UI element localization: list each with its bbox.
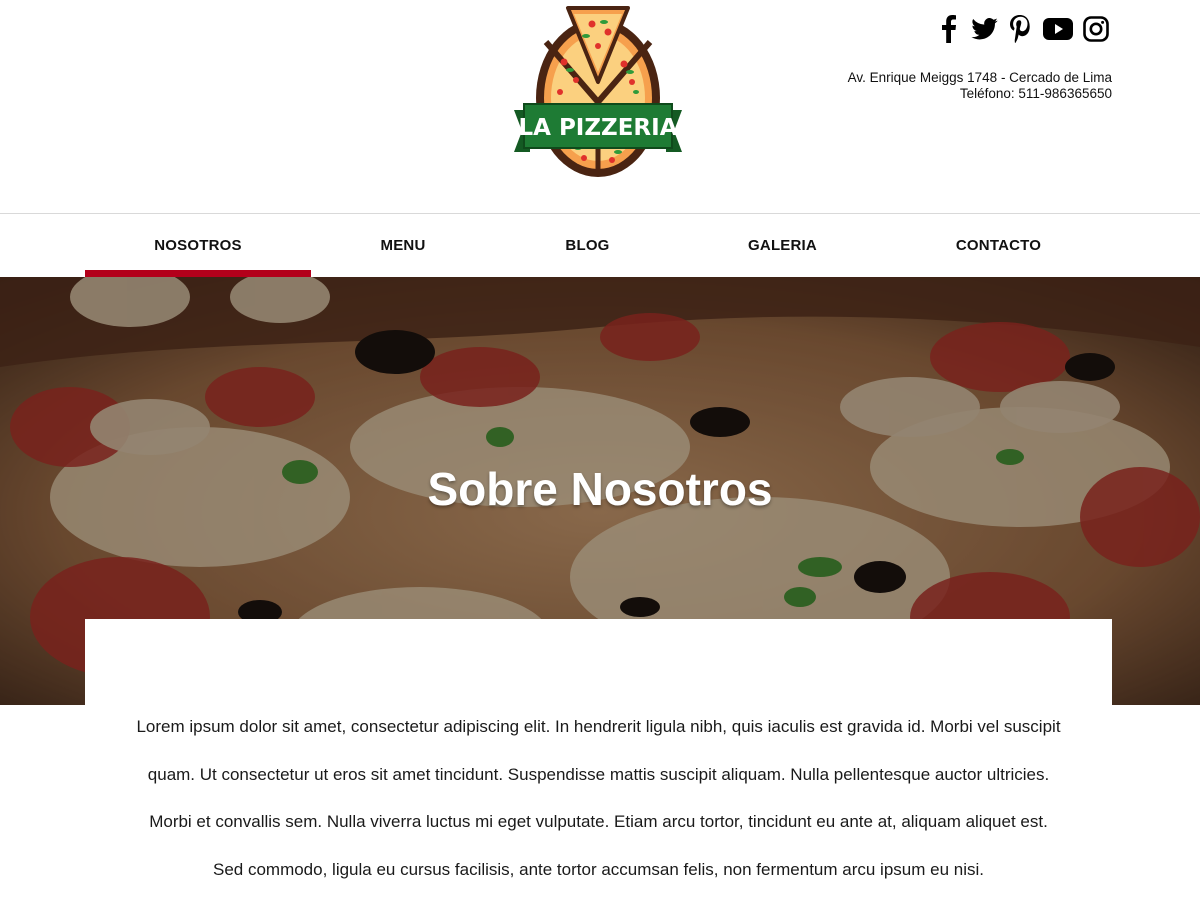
phone-text: Teléfono: 511-986365650 bbox=[959, 85, 1112, 101]
nav-item-label: GALERIA bbox=[748, 237, 817, 254]
nav-item-contacto[interactable]: CONTACTO bbox=[885, 214, 1112, 277]
nav-item-nosotros[interactable]: NOSOTROS bbox=[85, 214, 311, 277]
nav-item-label: BLOG bbox=[565, 237, 610, 254]
site-logo[interactable]: LA PIZZERIA bbox=[512, 2, 684, 178]
address-text: Av. Enrique Meiggs 1748 - Cercado de Lim… bbox=[847, 70, 1112, 85]
facebook-icon[interactable] bbox=[934, 14, 962, 44]
social-links bbox=[934, 14, 1110, 44]
about-content-card: Lorem ipsum dolor sit amet, consectetur … bbox=[85, 619, 1112, 900]
contact-info: Av. Enrique Meiggs 1748 - Cercado de Lim… bbox=[848, 70, 1112, 101]
instagram-icon[interactable] bbox=[1082, 14, 1110, 44]
nav-item-label: NOSOTROS bbox=[154, 237, 242, 254]
logo-text: LA PIZZERIA bbox=[518, 115, 677, 141]
nav-item-label: CONTACTO bbox=[955, 237, 1042, 254]
nav-item-blog[interactable]: BLOG bbox=[495, 214, 680, 277]
site-header: LA PIZZERIA Av. Enrique Meiggs 1748 - Ce… bbox=[0, 0, 1200, 213]
nav-item-galeria[interactable]: GALERIA bbox=[680, 214, 885, 277]
hero-title: Sobre Nosotros bbox=[427, 463, 773, 515]
nav-item-menu[interactable]: MENU bbox=[311, 214, 495, 277]
twitter-icon[interactable] bbox=[970, 14, 998, 44]
main-nav: NOSOTROS MENU BLOG GALERIA CONTACTO bbox=[0, 213, 1200, 277]
nav-item-label: MENU bbox=[380, 237, 426, 254]
pinterest-icon[interactable] bbox=[1006, 14, 1034, 44]
about-paragraph: Lorem ipsum dolor sit amet, consectetur … bbox=[136, 717, 1061, 879]
youtube-icon[interactable] bbox=[1042, 14, 1074, 44]
